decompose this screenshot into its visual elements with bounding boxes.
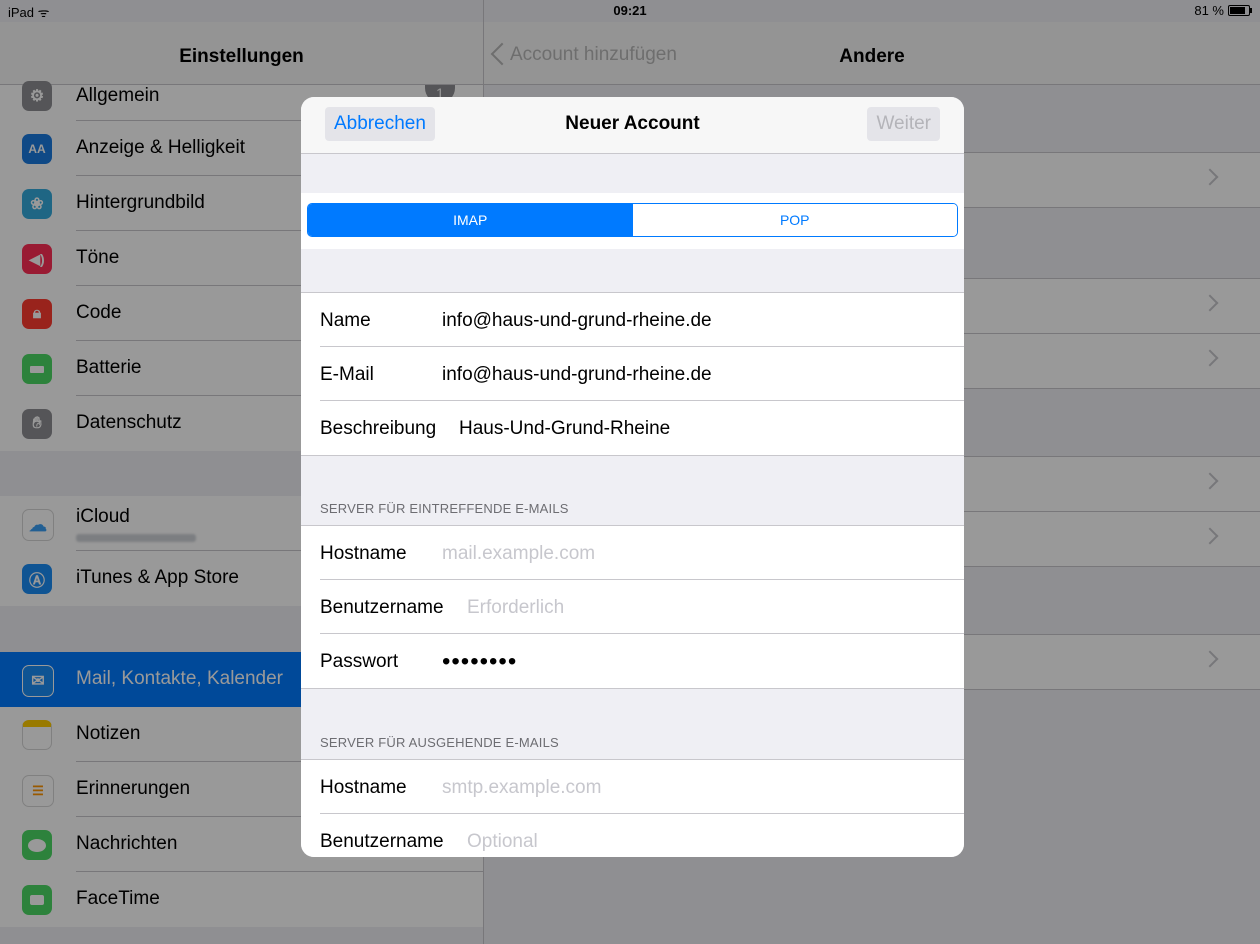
incoming-user-label: Benutzername (320, 597, 444, 618)
incoming-host-label: Hostname (320, 543, 407, 564)
incoming-password-input[interactable]: •••••••• (442, 648, 517, 676)
incoming-server-header: SERVER FÜR EINTREFFENDE E-MAILS (320, 501, 569, 516)
outgoing-server-header: SERVER FÜR AUSGEHENDE E-MAILS (320, 735, 559, 750)
description-row[interactable]: Beschreibung Haus-Und-Grund-Rheine (301, 401, 964, 455)
outgoing-user-row[interactable]: Benutzername Optional (301, 814, 964, 857)
segment-pop[interactable]: POP (632, 204, 957, 236)
incoming-host-input[interactable]: mail.example.com (442, 543, 595, 565)
segment-imap[interactable]: IMAP (308, 204, 633, 236)
incoming-server-group: Hostname mail.example.com Benutzername E… (301, 525, 964, 689)
incoming-password-row[interactable]: Passwort •••••••• (301, 634, 964, 688)
name-row[interactable]: Name info@haus-und-grund-rheine.de (301, 293, 964, 347)
email-row[interactable]: E-Mail info@haus-und-grund-rheine.de (301, 347, 964, 401)
new-account-dialog: Abbrechen Neuer Account Weiter IMAP POP … (301, 97, 964, 857)
incoming-user-row[interactable]: Benutzername Erforderlich (301, 580, 964, 634)
email-field[interactable]: info@haus-und-grund-rheine.de (442, 364, 712, 386)
email-label: E-Mail (320, 364, 374, 385)
dialog-title: Neuer Account (565, 113, 700, 134)
outgoing-host-label: Hostname (320, 777, 407, 798)
protocol-segmented-control: IMAP POP (307, 203, 958, 237)
next-button[interactable]: Weiter (867, 107, 940, 141)
name-field[interactable]: info@haus-und-grund-rheine.de (442, 310, 712, 332)
outgoing-host-row[interactable]: Hostname smtp.example.com (301, 760, 964, 814)
incoming-password-label: Passwort (320, 651, 399, 672)
incoming-host-row[interactable]: Hostname mail.example.com (301, 526, 964, 580)
account-info-group: Name info@haus-und-grund-rheine.de E-Mai… (301, 292, 964, 456)
outgoing-host-input[interactable]: smtp.example.com (442, 777, 601, 799)
outgoing-user-label: Benutzername (320, 831, 444, 852)
name-label: Name (320, 310, 371, 331)
incoming-user-input[interactable]: Erforderlich (467, 597, 564, 619)
protocol-segment-row: IMAP POP (301, 193, 964, 249)
description-field[interactable]: Haus-Und-Grund-Rheine (459, 418, 670, 440)
outgoing-user-input[interactable]: Optional (467, 831, 538, 853)
dialog-nav-bar: Abbrechen Neuer Account Weiter (301, 97, 964, 154)
description-label: Beschreibung (320, 418, 437, 439)
outgoing-server-group: Hostname smtp.example.com Benutzername O… (301, 759, 964, 857)
